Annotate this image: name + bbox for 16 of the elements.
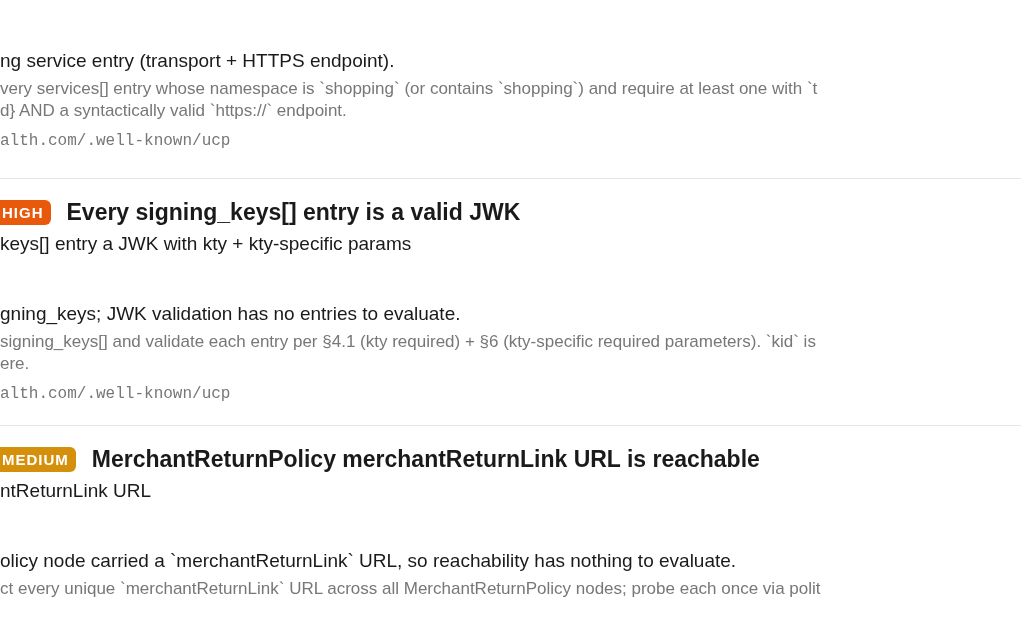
finding-text: ng service entry (transport + HTTPS endpoint). xyxy=(0,50,396,72)
check-title: MerchantReturnPolicy merchantReturnLink URL is reachable xyxy=(91,445,760,473)
method-text: d} AND a syntactically valid `https://` endpoint. xyxy=(0,100,348,122)
method-text: ct every unique `merchantReturnLink` URL across all MerchantReturnPolicy nodes; probe each once via polit xyxy=(0,578,822,600)
method-text: ere. xyxy=(0,353,31,375)
severity-badge: MEDIUM xyxy=(0,446,76,472)
source-url: alth.com/.well-known/ucp xyxy=(0,385,232,403)
check-description: ntReturnLink URL xyxy=(0,480,153,502)
source-url: alth.com/.well-known/ucp xyxy=(0,132,232,150)
check-title: Every signing_keys[] entry is a valid JWK xyxy=(66,198,521,226)
method-text: very services[] entry whose namespace is `shopping` (or contains `shopping`) and require at least one with `t xyxy=(0,78,819,100)
check-description: keys[] entry a JWK with kty + kty-specific params xyxy=(0,233,413,255)
finding-text: olicy node carried a `merchantReturnLink` URL, so reachability has nothing to evaluate. xyxy=(0,550,738,572)
severity-badge: HIGH xyxy=(0,199,51,225)
method-text: signing_keys[] and validate each entry per §4.1 (kty required) + §6 (kty-specific required parameters). `kid` is xyxy=(0,331,817,353)
finding-text: gning_keys; JWK validation has no entries to evaluate. xyxy=(0,303,462,325)
